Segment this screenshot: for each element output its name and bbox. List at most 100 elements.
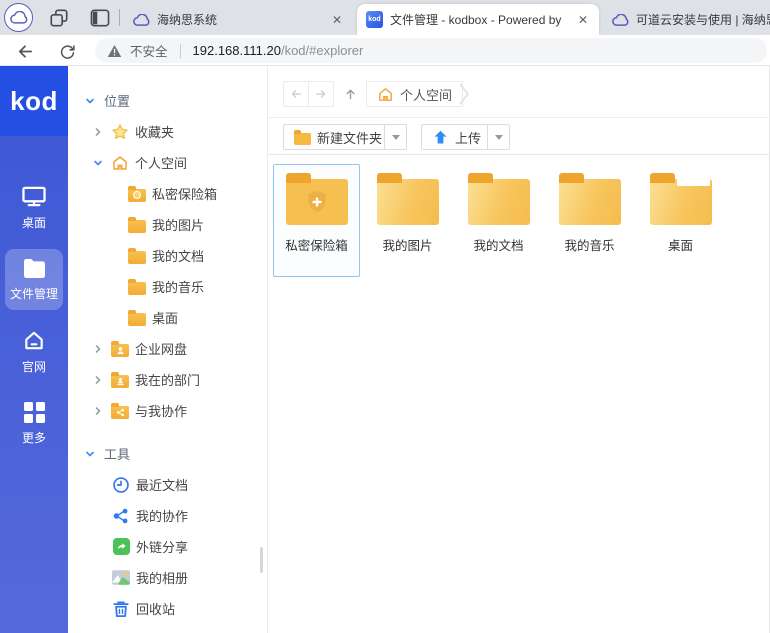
tree-item-company-drive[interactable]: 企业网盘 — [68, 333, 267, 364]
browser-tab-3[interactable]: 可道云安装与使用 | 海纳思 — [603, 4, 770, 35]
file-name: 私密保险箱 — [285, 235, 348, 254]
chevron-right-icon[interactable] — [93, 127, 103, 137]
back-icon[interactable] — [14, 40, 36, 62]
new-folder-button[interactable]: 新建文件夹 — [283, 124, 393, 150]
tree-item-favorites[interactable]: 收藏夹 — [68, 116, 267, 147]
tree-item-my-albums[interactable]: 我的相册 — [68, 562, 267, 593]
file-item-my-music[interactable]: 我的音乐 — [546, 164, 633, 277]
chevron-down-icon[interactable] — [93, 158, 103, 168]
app-rail: kod 桌面 文件管理 官网 更多 — [0, 66, 68, 633]
tree-item-recent-docs[interactable]: 最近文档 — [68, 469, 267, 500]
close-icon[interactable]: ✕ — [330, 13, 344, 27]
up-level-button[interactable] — [338, 81, 362, 107]
folder-safe-icon — [286, 179, 348, 225]
rail-item-label: 更多 — [22, 429, 46, 446]
tab-stacks-icon[interactable] — [44, 3, 73, 32]
chevron-right-icon[interactable] — [93, 406, 103, 416]
chevron-right-icon[interactable] — [93, 344, 103, 354]
file-item-desktop[interactable]: 桌面 — [637, 164, 724, 277]
folder-icon — [128, 247, 146, 265]
breadcrumb-personal-space[interactable]: 个人空间 — [366, 81, 463, 107]
folder-tree-panel: 位置 收藏夹 个人空间 私密保险箱 我的图片 我的文档 我的音乐 — [68, 66, 268, 633]
browser-address-bar: 不安全 192.168.111.20/kod/#explorer — [0, 35, 770, 66]
chevron-down-icon[interactable] — [85, 449, 95, 459]
tree-item-label: 我的相册 — [136, 568, 188, 587]
close-icon[interactable]: ✕ — [576, 13, 590, 27]
tree-item-desktop[interactable]: 桌面 — [68, 302, 267, 333]
tree-item-link-share[interactable]: 外链分享 — [68, 531, 267, 562]
folder-icon — [128, 278, 146, 296]
rail-item-website[interactable]: 官网 — [5, 320, 63, 383]
monitor-icon — [21, 185, 47, 208]
sidebar-panel-icon[interactable] — [85, 3, 114, 32]
browser-logo-button[interactable] — [4, 3, 33, 32]
tree-item-label: 与我协作 — [135, 401, 187, 420]
tree-item-label: 桌面 — [152, 308, 178, 327]
breadcrumb-bar: 个人空间 — [268, 66, 769, 118]
tree-item-shared-with-me[interactable]: 与我协作 — [68, 395, 267, 426]
refresh-icon[interactable] — [56, 40, 78, 62]
history-back-button[interactable] — [283, 81, 309, 107]
breadcrumb-separator-icon — [459, 80, 470, 113]
url-input[interactable]: 不安全 192.168.111.20/kod/#explorer — [95, 38, 767, 63]
warning-icon — [107, 44, 122, 58]
tree-scrollbar-thumb[interactable] — [260, 547, 263, 573]
upload-dropdown-button[interactable] — [487, 124, 510, 150]
upload-button[interactable]: 上传 — [421, 124, 492, 150]
tree-section-file-types[interactable]: 文件类型 — [68, 628, 267, 633]
file-item-my-pictures[interactable]: 我的图片 — [364, 164, 451, 277]
rail-item-desktop[interactable]: 桌面 — [5, 176, 63, 239]
file-toolbar: 新建文件夹 上传 — [268, 118, 769, 155]
tree-item-my-pictures[interactable]: 我的图片 — [68, 209, 267, 240]
new-folder-dropdown-button[interactable] — [384, 124, 407, 150]
browser-tab-1[interactable]: 海纳思系统 ✕ — [124, 4, 353, 35]
tree-item-label: 私密保险箱 — [152, 184, 217, 203]
folder-icon — [377, 179, 439, 225]
url-host: 192.168.111.20 — [193, 43, 281, 58]
tree-item-label: 收藏夹 — [135, 122, 174, 141]
tree-item-my-music[interactable]: 我的音乐 — [68, 271, 267, 302]
kod-logo[interactable]: kod — [0, 66, 68, 136]
chevron-down-icon[interactable] — [85, 96, 95, 106]
chevron-right-icon[interactable] — [93, 375, 103, 385]
tree-section-tools[interactable]: 工具 — [68, 438, 267, 469]
home-icon — [22, 329, 46, 352]
tree-section-location[interactable]: 位置 — [68, 85, 267, 116]
divider — [119, 9, 120, 26]
rail-item-file-manager[interactable]: 文件管理 — [5, 249, 63, 310]
tree-item-personal-space[interactable]: 个人空间 — [68, 147, 267, 178]
tree-item-my-collaboration[interactable]: 我的协作 — [68, 500, 267, 531]
cloud-icon — [4, 3, 33, 32]
folder-safe-icon — [128, 185, 146, 203]
tree-item-label: 我的文档 — [152, 246, 204, 265]
security-label[interactable]: 不安全 — [130, 41, 168, 60]
tab-title: 海纳思系统 — [157, 11, 323, 28]
tree-item-safe-box[interactable]: 私密保险箱 — [68, 178, 267, 209]
tree-item-my-department[interactable]: 我在的部门 — [68, 364, 267, 395]
tree-item-recycle-bin[interactable]: 回收站 — [68, 593, 267, 624]
file-item-safe-box[interactable]: 私密保险箱 — [273, 164, 360, 277]
trash-icon — [112, 600, 130, 618]
rail-item-more[interactable]: 更多 — [5, 393, 63, 454]
tree-item-label: 最近文档 — [136, 475, 188, 494]
folder-company-icon — [111, 340, 129, 358]
browser-tab-2-active[interactable]: kod 文件管理 - kodbox - Powered by ✕ — [357, 4, 599, 35]
upload-label: 上传 — [455, 128, 481, 147]
tree-item-label: 我在的部门 — [135, 370, 200, 389]
new-folder-label: 新建文件夹 — [317, 128, 382, 147]
tree-section-label: 工具 — [104, 444, 130, 463]
file-name: 我的音乐 — [564, 235, 614, 254]
divider — [180, 44, 181, 58]
file-browser-main: 个人空间 新建文件夹 上传 私密保险箱 — [268, 66, 770, 633]
tree-item-label: 企业网盘 — [135, 339, 187, 358]
file-item-my-documents[interactable]: 我的文档 — [455, 164, 542, 277]
folder-icon — [468, 179, 530, 225]
caret-down-icon — [495, 135, 503, 140]
tree-item-label: 我的图片 — [152, 215, 204, 234]
folder-department-icon — [111, 371, 129, 389]
folder-icon — [294, 133, 311, 145]
cloud-icon — [133, 14, 150, 26]
history-forward-button[interactable] — [308, 81, 334, 107]
tree-item-my-documents[interactable]: 我的文档 — [68, 240, 267, 271]
tree-item-label: 我的协作 — [136, 506, 188, 525]
